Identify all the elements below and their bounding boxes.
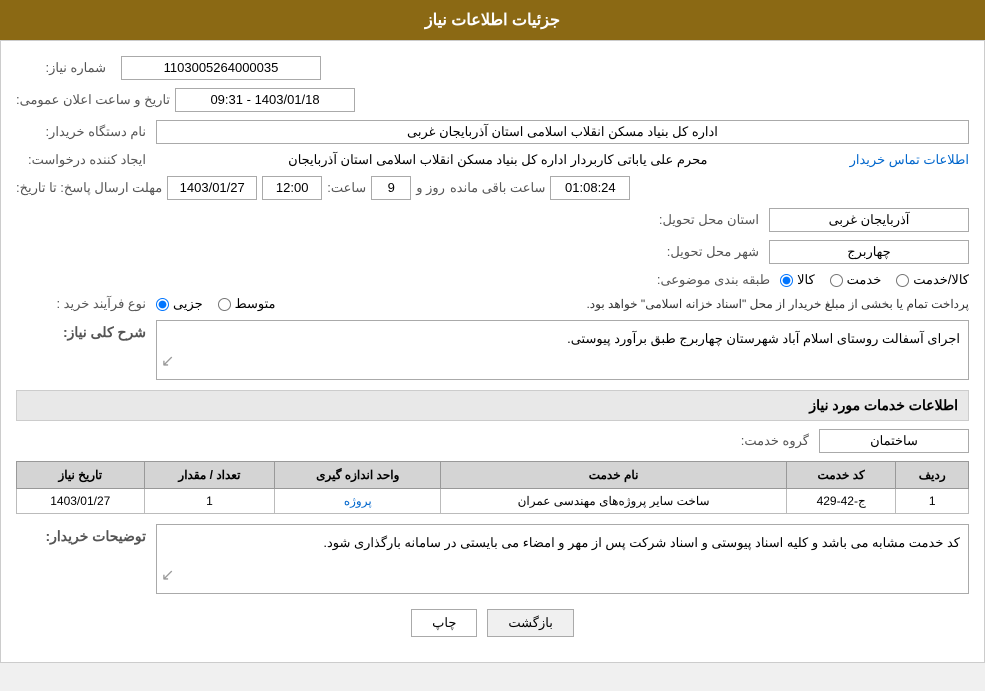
content-area: 1103005264000035 شماره نیاز: 1403/01/18 … (0, 40, 985, 663)
khadamat-table: ردیف کد خدمت نام خدمت واحد اندازه گیری ت… (16, 461, 969, 514)
motevaset-label: متوسط (235, 296, 276, 312)
radio-kala-khedmat-input[interactable] (896, 274, 909, 287)
tarikh-label: تاریخ و ساعت اعلان عمومی: (16, 92, 170, 108)
btn-bazgasht[interactable]: بازگشت (487, 609, 573, 637)
page-title: جزئیات اطلاعات نیاز (425, 12, 560, 29)
tozihat-value: کد خدمت مشابه می باشد و کلیه اسناد پیوست… (156, 524, 969, 594)
ijad-row: اطلاعات تماس خریدار محرم علی یاباتی کارب… (16, 152, 969, 168)
nooe-radio-group: متوسط جزیی (156, 296, 276, 312)
radio-kala: کالا (780, 272, 815, 288)
tabagheh-label: طبقه بندی موضوعی: (640, 272, 770, 288)
col-vahed: واحد اندازه گیری (275, 462, 441, 489)
nooe-label: نوع فرآیند خرید : (16, 296, 146, 312)
shahr-row: چهاربرج شهر محل تحویل: (16, 240, 969, 264)
ijad-link[interactable]: اطلاعات تماس خریدار (850, 152, 969, 168)
ostan-value: آذربایجان غربی (769, 208, 969, 232)
tarikh-value: 1403/01/18 - 09:31 (175, 88, 355, 112)
col-tedad: تعداد / مقدار (144, 462, 275, 489)
grohe-label: گروه خدمت: (679, 433, 809, 449)
nooe-row: پرداخت تمام یا بخشی از مبلغ خریدار از مح… (16, 296, 969, 312)
khadamat-section-header: اطلاعات خدمات مورد نیاز (16, 390, 969, 421)
mohlat-baqi-value: 01:08:24 (550, 176, 630, 200)
bottom-buttons: بازگشت چاپ (16, 609, 969, 637)
cell-nam: ساخت سایر پروژه‌های مهندسی عمران (441, 489, 787, 514)
cell-tarikh: 1403/01/27 (17, 489, 145, 514)
btn-chap[interactable]: چاپ (411, 609, 477, 637)
kala-khedmat-label: کالا/خدمت (913, 272, 969, 288)
table-row: 1 ج-42-429 ساخت سایر پروژه‌های مهندسی عم… (17, 489, 969, 514)
cell-kod: ج-42-429 (786, 489, 895, 514)
khedmat-label: خدمت (847, 272, 882, 288)
radio-kala-input[interactable] (780, 274, 793, 287)
grohe-row: ساختمان گروه خدمت: (16, 429, 969, 453)
jozi-label: جزیی (173, 296, 203, 312)
ijad-value: محرم علی یاباتی کاربردار اداره کل بنیاد … (156, 152, 840, 168)
main-container: جزئیات اطلاعات نیاز 1103005264000035 شما… (0, 0, 985, 663)
col-nam: نام خدمت (441, 462, 787, 489)
nam-dastgah-row: اداره کل بنیاد مسکن انقلاب اسلامی استان … (16, 120, 969, 144)
tozihat-row: کد خدمت مشابه می باشد و کلیه اسناد پیوست… (16, 524, 969, 594)
tabagheh-row: کالا/خدمت خدمت کالا طبقه بندی موضوعی: (16, 272, 969, 288)
tarikh-row: 1403/01/18 - 09:31 تاریخ و ساعت اعلان عم… (16, 88, 969, 112)
radio-khedmat: خدمت (830, 272, 882, 288)
ostan-label: استان محل تحویل: (629, 212, 759, 228)
col-tarikh: تاریخ نیاز (17, 462, 145, 489)
tozihat-label: توضیحات خریدار: (16, 524, 146, 545)
cell-radif: 1 (896, 489, 969, 514)
shomare-value: 1103005264000035 (121, 56, 321, 80)
nooe-description: پرداخت تمام یا بخشی از مبلغ خریدار از مح… (286, 297, 969, 311)
shomare-row: 1103005264000035 شماره نیاز: (16, 56, 969, 80)
nam-dastgah-label: نام دستگاه خریدار: (16, 124, 146, 140)
shomare-label: شماره نیاز: (16, 60, 106, 76)
col-kod: کد خدمت (786, 462, 895, 489)
cell-vahed: پروژه (275, 489, 441, 514)
tabagheh-radio-group: کالا/خدمت خدمت کالا (780, 272, 969, 288)
radio-motevaset: متوسط (218, 296, 276, 312)
radio-motevaset-input[interactable] (218, 298, 231, 311)
ostan-row: آذربایجان غربی استان محل تحویل: (16, 208, 969, 232)
mohlat-label: مهلت ارسال پاسخ: تا تاریخ: (16, 180, 162, 196)
radio-jozi-input[interactable] (156, 298, 169, 311)
grohe-value: ساختمان (819, 429, 969, 453)
sharh-row: اجرای آسفالت روستای اسلام آباد شهرستان چ… (16, 320, 969, 380)
radio-kala-khedmat: کالا/خدمت (896, 272, 969, 288)
radio-jozi: جزیی (156, 296, 203, 312)
shahr-label: شهر محل تحویل: (629, 244, 759, 260)
cell-tedad: 1 (144, 489, 275, 514)
mohlat-saat-label: ساعت: (327, 180, 366, 196)
mohlat-rooz-value: 9 (371, 176, 411, 200)
mohlat-row: 01:08:24 ساعت باقی مانده روز و 9 ساعت: 1… (16, 176, 969, 200)
sharh-value: اجرای آسفالت روستای اسلام آباد شهرستان چ… (156, 320, 969, 380)
col-radif: ردیف (896, 462, 969, 489)
sharh-label: شرح کلی نیاز: (16, 320, 146, 341)
mohlat-date-value: 1403/01/27 (167, 176, 257, 200)
ijad-label: ایجاد کننده درخواست: (16, 152, 146, 168)
radio-khedmat-input[interactable] (830, 274, 843, 287)
page-header: جزئیات اطلاعات نیاز (0, 0, 985, 40)
nam-dastgah-value: اداره کل بنیاد مسکن انقلاب اسلامی استان … (156, 120, 969, 144)
mohlat-saat-value: 12:00 (262, 176, 322, 200)
kala-label: کالا (797, 272, 815, 288)
mohlat-rooz-label: روز و (416, 180, 445, 196)
mohlat-baqi-label: ساعت باقی مانده (450, 180, 545, 196)
shahr-value: چهاربرج (769, 240, 969, 264)
